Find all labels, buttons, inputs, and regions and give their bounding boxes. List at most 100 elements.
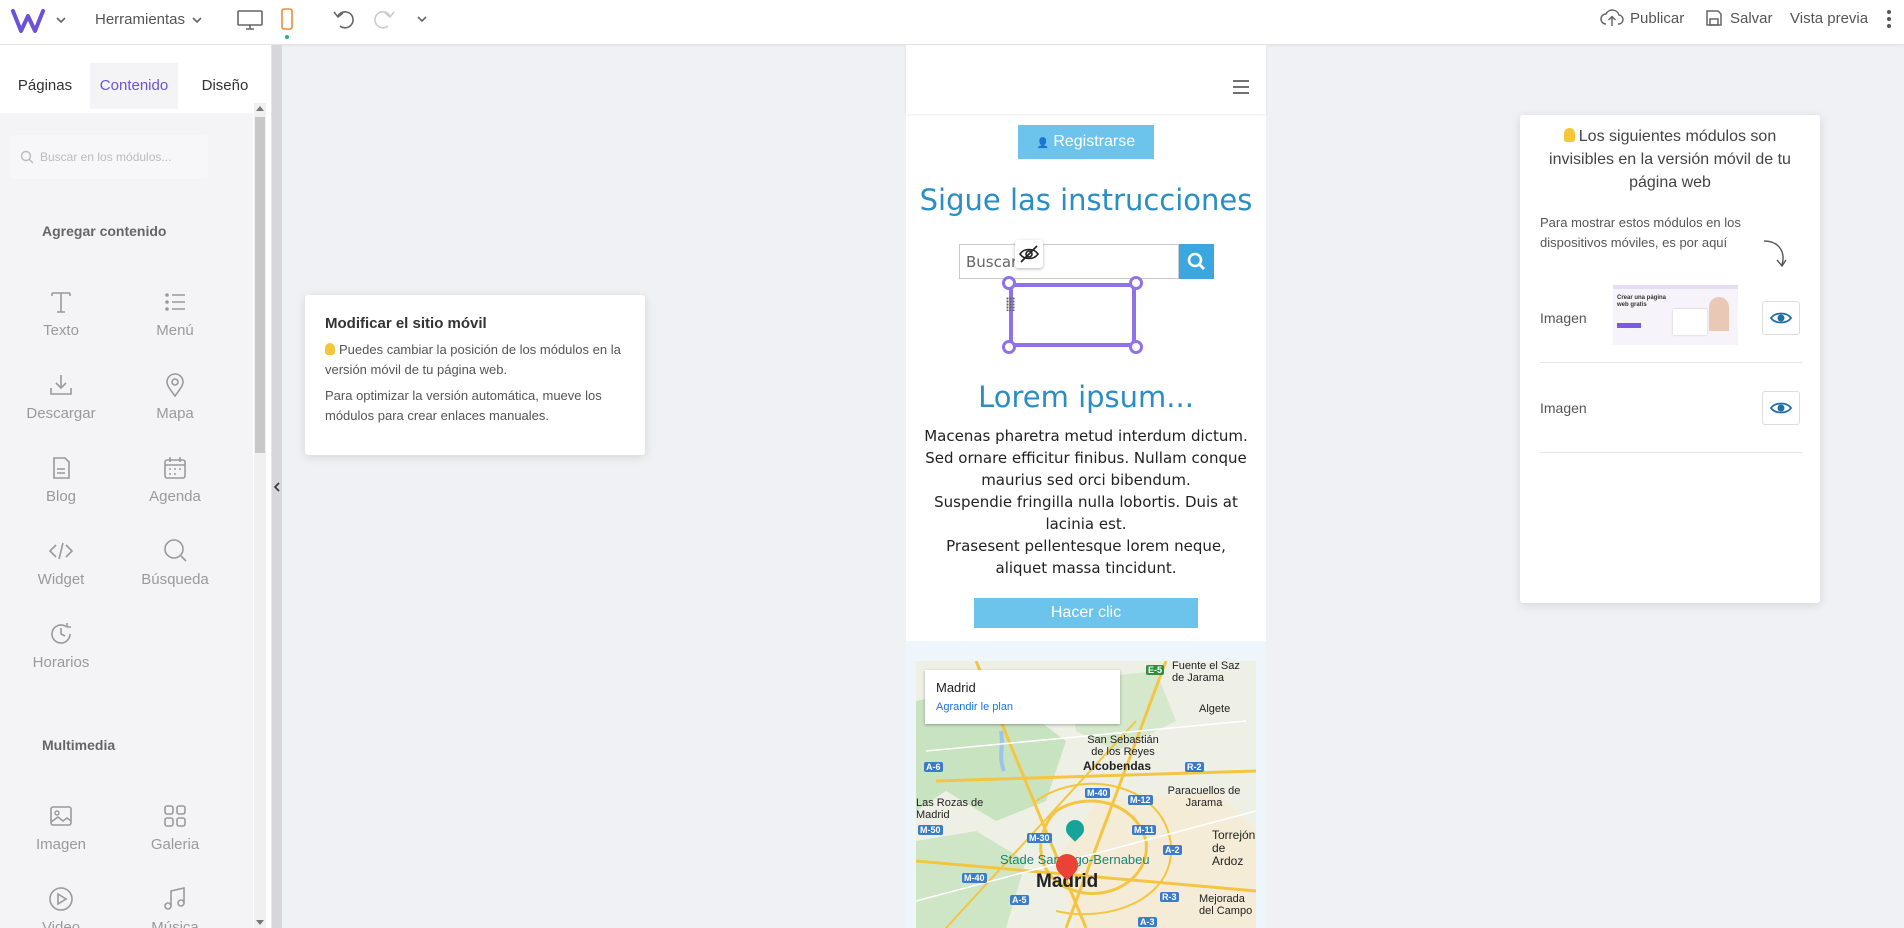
user-icon: 👤 (1036, 138, 1050, 149)
scroll-down-arrow-icon[interactable] (256, 920, 264, 925)
left-sidebar: Páginas Contenido Diseño Agregar conteni… (0, 45, 272, 928)
road-shield: M-50 (918, 825, 943, 835)
gallery-icon (161, 802, 189, 830)
map-enlarge-link[interactable]: Agrandir le plan (936, 701, 1013, 713)
divider (1540, 452, 1802, 453)
sidebar-scroll-thumb[interactable] (255, 117, 265, 453)
module-galeria[interactable]: Galeria (120, 802, 230, 872)
module-blog[interactable]: Blog (6, 454, 116, 524)
cloud-upload-icon (1600, 8, 1624, 28)
tab-contenido[interactable]: Contenido (90, 63, 178, 109)
module-busqueda[interactable]: Búsqueda (120, 537, 230, 607)
sidebar-collapse-handle[interactable] (272, 45, 282, 928)
module-label: Widget (37, 571, 85, 588)
road-shield: A-2 (1163, 845, 1182, 855)
map-label: Alcobendas (1083, 759, 1152, 773)
module-musica[interactable]: Música (120, 885, 230, 928)
tooltip-line1: Puedes cambiar la posición de los módulo… (325, 340, 630, 380)
module-search[interactable] (10, 135, 208, 179)
road-shield: M-12 (1128, 795, 1153, 805)
thumb-button (1617, 323, 1641, 328)
road-shield: A-6 (924, 762, 943, 772)
resize-handle[interactable] (1002, 276, 1016, 290)
register-button[interactable]: 👤 Registrarse (1018, 125, 1154, 159)
module-mapa[interactable]: Mapa (120, 371, 230, 441)
thumb-text: Crear una página web gratis (1617, 295, 1667, 308)
search-icon (20, 150, 34, 164)
thumb-nav (1613, 285, 1738, 289)
module-imagen[interactable]: Imagen (6, 802, 116, 872)
publish-button[interactable]: Publicar (1600, 8, 1684, 28)
map-label: Fuente el Saz de Jarama (1172, 661, 1240, 684)
module-widget[interactable]: Widget (6, 537, 116, 607)
road-shield: A-5 (1010, 895, 1029, 905)
module-descargar[interactable]: Descargar (6, 371, 116, 441)
logo-menu-chevron-icon[interactable] (55, 14, 67, 26)
more-options-icon[interactable] (1886, 8, 1892, 30)
module-menu[interactable]: Menú (120, 288, 230, 358)
selected-module-frame[interactable] (1009, 283, 1136, 347)
tools-menu[interactable]: Herramientas (95, 11, 203, 28)
eye-icon (1769, 312, 1793, 324)
search-icon (161, 537, 189, 565)
map-label: Paracuellos de Jarama (1167, 785, 1241, 809)
preview-button[interactable]: Vista previa (1790, 10, 1868, 27)
map-label: Torrejón de Ardoz (1212, 828, 1256, 868)
module-search-input[interactable] (40, 150, 200, 164)
webnode-logo-icon[interactable] (10, 6, 50, 36)
lorem-heading: Lorem ipsum... (978, 380, 1194, 414)
eye-icon (1769, 402, 1793, 414)
redo-icon[interactable] (372, 8, 396, 30)
module-video[interactable]: Video (6, 885, 116, 928)
register-label: Registrarse (1053, 133, 1136, 150)
module-texto[interactable]: Texto (6, 288, 116, 358)
show-on-mobile-button[interactable] (1762, 301, 1800, 335)
chevron-left-icon (273, 481, 281, 493)
resize-handle[interactable] (1002, 340, 1016, 354)
music-icon (161, 885, 189, 913)
divider (1540, 362, 1802, 363)
add-content-heading: Agregar contenido (42, 223, 167, 239)
resize-handle[interactable] (1129, 276, 1143, 290)
tooltip-title: Modificar el sitio móvil (325, 315, 487, 332)
hide-on-mobile-button[interactable] (1015, 240, 1043, 268)
curved-arrow-icon (1760, 237, 1790, 271)
tools-menu-label: Herramientas (95, 11, 186, 28)
undo-icon[interactable] (332, 8, 356, 30)
tab-diseno[interactable]: Diseño (190, 63, 260, 109)
modules-panel: Agregar contenido Texto Menú Descargar M… (0, 113, 253, 928)
scroll-up-arrow-icon[interactable] (256, 106, 264, 111)
text-icon (47, 288, 75, 316)
save-button[interactable]: Salvar (1704, 8, 1773, 28)
sidebar-scrollbar[interactable] (254, 103, 266, 928)
map-place-title: Madrid (936, 680, 976, 695)
chevron-down-icon (191, 14, 203, 26)
clock-icon (47, 620, 75, 648)
site-search-input[interactable]: Buscar... (959, 244, 1179, 279)
tooltip-line1-text: Puedes cambiar la posición de los módulo… (325, 342, 621, 377)
map-label: Las Rozas de Madrid (916, 797, 984, 821)
module-horarios[interactable]: Horarios (6, 620, 116, 690)
site-search-button[interactable] (1179, 244, 1214, 279)
module-label: Texto (43, 322, 79, 339)
resize-handle[interactable] (1129, 340, 1143, 354)
calendar-icon (161, 454, 189, 482)
module-label: Búsqueda (141, 571, 209, 588)
download-icon (47, 371, 75, 399)
mobile-view-icon[interactable] (280, 7, 294, 41)
road-shield: E-5 (1146, 665, 1165, 675)
road-shield: A-3 (1138, 917, 1157, 927)
show-on-mobile-button[interactable] (1762, 391, 1800, 425)
cta-button[interactable]: Hacer clic (974, 598, 1198, 628)
history-chevron-icon[interactable] (416, 13, 428, 25)
hidden-item-label: Imagen (1540, 310, 1587, 326)
google-map[interactable]: Madrid Agrandir le plan Fuente el Saz de… (916, 661, 1256, 928)
body-paragraph-2: Suspendie fringilla nulla lobortis. Duis… (934, 493, 1238, 533)
tab-paginas[interactable]: Páginas (8, 63, 82, 109)
hidden-panel-title: Los siguientes módulos son invisibles en… (1538, 125, 1802, 194)
play-icon (47, 885, 75, 913)
module-agenda[interactable]: Agenda (120, 454, 230, 524)
hamburger-menu-icon[interactable] (1232, 80, 1250, 94)
drag-handle-icon[interactable] (1006, 297, 1015, 311)
desktop-view-icon[interactable] (236, 9, 264, 31)
